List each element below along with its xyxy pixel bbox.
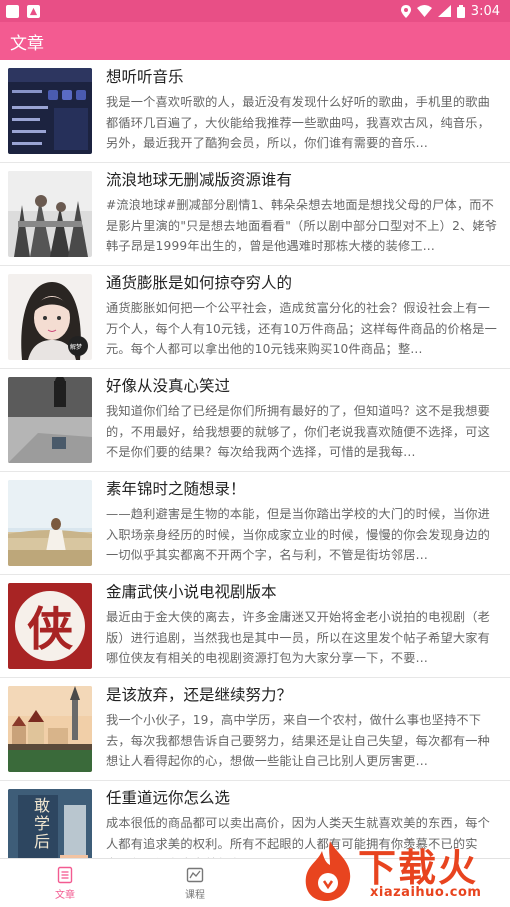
article-summary: 最近由于金大侠的离去，许多金庸迷又开始将金老小说拍的电视剧（老版）进行追剧，当然… — [106, 610, 491, 665]
article-thumbnail — [8, 68, 92, 154]
flame-icon — [305, 841, 351, 901]
notification-icon — [6, 4, 19, 18]
article-item[interactable]: 素年锦时之随想录！ ——趋利避害是生物的本能，但是当你踏出学校的大门的时候，当你… — [0, 472, 510, 575]
watermark-brand: 下载火 — [358, 846, 479, 890]
status-time: 3:04 — [470, 3, 500, 19]
article-thumbnail — [8, 480, 92, 566]
tab-articles[interactable]: 文章 — [0, 859, 130, 907]
battery-icon — [456, 4, 465, 18]
thumbnail-badge-text: 解梦 — [70, 344, 83, 351]
app-bar: 文章 — [0, 22, 510, 60]
article-summary: #流浪地球#删减部分剧情1、韩朵朵想去地面是想找父母的尸体，而不是影片里演的"只… — [106, 198, 498, 253]
site-watermark: 下载火 xiazaihuo.com — [300, 835, 510, 906]
article-thumbnail — [8, 171, 92, 257]
article-item[interactable]: 想听听音乐 我是一个喜欢听歌的人，最近没有发现什么好听的歌曲，手机里的歌曲都循环… — [0, 60, 510, 163]
article-thumbnail — [8, 686, 92, 772]
article-thumbnail: 敢学后 — [8, 789, 92, 858]
article-item[interactable]: 解梦 通货膨胀是如何掠夺穷人的 通货膨胀如何把一个公平社会，造成贫富分化的社会？… — [0, 266, 510, 369]
article-summary: ——趋利避害是生物的本能，但是当你踏出学校的大门的时候，当你进入职场亲身经历的时… — [106, 507, 491, 562]
article-summary: 我是一个喜欢听歌的人，最近没有发现什么好听的歌曲，手机里的歌曲都循环几百遍了，大… — [106, 95, 491, 150]
xia-character: 侠 — [27, 602, 73, 656]
watermark-url: xiazaihuo.com — [370, 885, 482, 900]
signal-icon — [437, 5, 451, 17]
article-title: 任重道远你怎么选 — [106, 789, 231, 807]
wifi-icon — [416, 5, 432, 17]
article-summary: 我知道你们给了已经是你们所拥有最好的了，但知道吗？这不是我想要的，不用最好，给我… — [106, 404, 491, 459]
article-title: 好像从没真心笑过 — [106, 377, 231, 395]
location-icon — [400, 4, 411, 18]
article-item[interactable]: 好像从没真心笑过 我知道你们给了已经是你们所拥有最好的了，但知道吗？这不是我想要… — [0, 369, 510, 472]
status-bar: 3:04 — [0, 0, 510, 22]
article-item[interactable]: 流浪地球无删减版资源谁有 #流浪地球#删减部分剧情1、韩朵朵想去地面是想找父母的… — [0, 163, 510, 266]
tab-courses[interactable]: 课程 — [130, 859, 260, 907]
article-thumbnail: 侠 — [8, 583, 92, 669]
article-summary: 我一个小伙子，19，高中学历，来自一个农村，做什么事也坚持不下去，每次我都想告诉… — [106, 713, 491, 768]
article-title: 流浪地球无删减版资源谁有 — [106, 171, 293, 189]
page-title: 文章 — [10, 33, 44, 54]
document-icon — [57, 866, 73, 883]
app-notification-icon — [27, 4, 40, 18]
article-thumbnail — [8, 377, 92, 463]
article-title: 金庸武侠小说电视剧版本 — [106, 583, 277, 601]
article-summary: 通货膨胀如何把一个公平社会，造成贫富分化的社会？假设社会上有一万个人，每个人有1… — [106, 301, 498, 356]
course-icon — [186, 867, 204, 882]
article-title: 是该放弃，还是继续努力？ — [106, 686, 293, 704]
article-title: 通货膨胀是如何掠夺穷人的 — [106, 274, 293, 292]
article-title: 素年锦时之随想录！ — [106, 480, 246, 498]
tab-articles-label: 文章 — [55, 889, 75, 901]
article-item[interactable]: 是该放弃，还是继续努力？ 我一个小伙子，19，高中学历，来自一个农村，做什么事也… — [0, 678, 510, 781]
article-title: 想听听音乐 — [106, 68, 184, 86]
article-thumbnail: 解梦 — [8, 274, 92, 360]
article-item[interactable]: 侠 金庸武侠小说电视剧版本 最近由于金大侠的离去，许多金庸迷又开始将金老小说拍的… — [0, 575, 510, 678]
book-cover-text: 敢学后 — [31, 797, 50, 851]
article-list[interactable]: 想听听音乐 我是一个喜欢听歌的人，最近没有发现什么好听的歌曲，手机里的歌曲都循环… — [0, 60, 510, 858]
tab-courses-label: 课程 — [185, 889, 205, 901]
